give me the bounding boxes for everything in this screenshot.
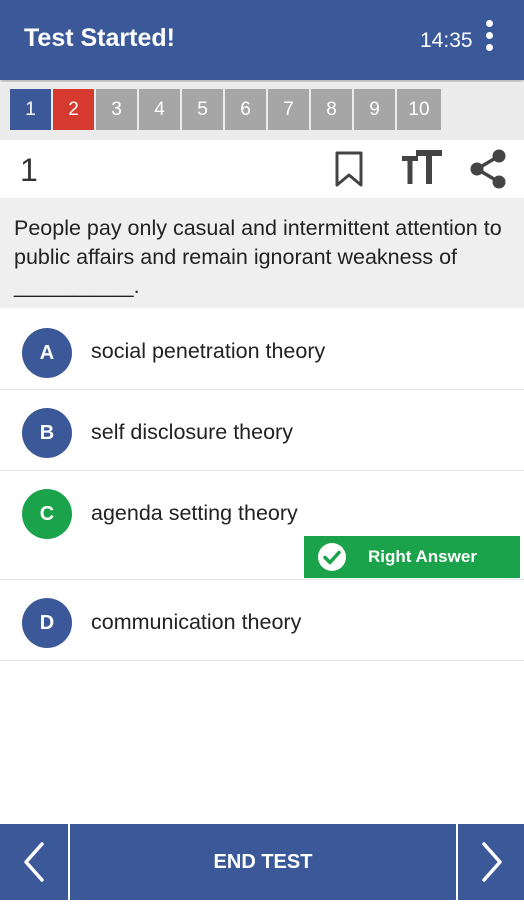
option-d[interactable]: D communication theory [0, 580, 524, 661]
more-vert-icon[interactable] [478, 20, 500, 60]
option-label: agenda setting theory [91, 501, 298, 525]
option-b[interactable]: B self disclosure theory [0, 390, 524, 471]
question-text: People pay only casual and intermittent … [14, 216, 502, 298]
question-nav-item[interactable]: 6 [225, 89, 266, 130]
question-nav-item[interactable]: 4 [139, 89, 180, 130]
option-letter-badge: A [22, 328, 72, 378]
end-test-button[interactable]: END TEST [70, 824, 456, 900]
question-nav-item[interactable]: 2 [53, 89, 94, 130]
option-letter-badge: B [22, 408, 72, 458]
option-label: social penetration theory [91, 339, 326, 363]
share-icon[interactable] [468, 148, 508, 190]
question-header: 1 [0, 140, 524, 198]
right-answer-label: Right Answer [368, 547, 477, 566]
question-nav-item[interactable]: 9 [354, 89, 395, 130]
next-button[interactable] [456, 824, 524, 900]
option-label: self disclosure theory [91, 420, 293, 444]
question-nav-item[interactable]: 1 [10, 89, 51, 130]
question-box: People pay only casual and intermittent … [0, 198, 524, 308]
option-letter-badge: C [22, 489, 72, 539]
text-size-icon[interactable] [400, 148, 444, 188]
option-a[interactable]: A social penetration theory [0, 310, 524, 390]
page-title: Test Started! [24, 24, 175, 52]
right-answer-badge: Right Answer [304, 536, 520, 578]
question-nav-item[interactable]: 10 [397, 89, 441, 130]
option-label: communication theory [91, 610, 302, 634]
question-nav-item[interactable]: 3 [96, 89, 137, 130]
bookmark-icon[interactable] [334, 150, 364, 188]
chevron-left-icon [24, 842, 44, 882]
question-nav-item[interactable]: 7 [268, 89, 309, 130]
question-nav-item[interactable]: 8 [311, 89, 352, 130]
question-nav-item[interactable]: 5 [182, 89, 223, 130]
previous-button[interactable] [0, 824, 70, 900]
chevron-right-icon [482, 842, 502, 882]
timer: 14:35 [420, 29, 473, 52]
question-navigator: 1 2 3 4 5 6 7 8 9 10 [0, 82, 524, 140]
bottom-nav-bar: END TEST [0, 824, 524, 900]
question-number: 1 [20, 152, 38, 188]
app-bar: Test Started! 14:35 [0, 0, 524, 80]
check-circle-icon [318, 543, 346, 571]
option-letter-badge: D [22, 598, 72, 648]
